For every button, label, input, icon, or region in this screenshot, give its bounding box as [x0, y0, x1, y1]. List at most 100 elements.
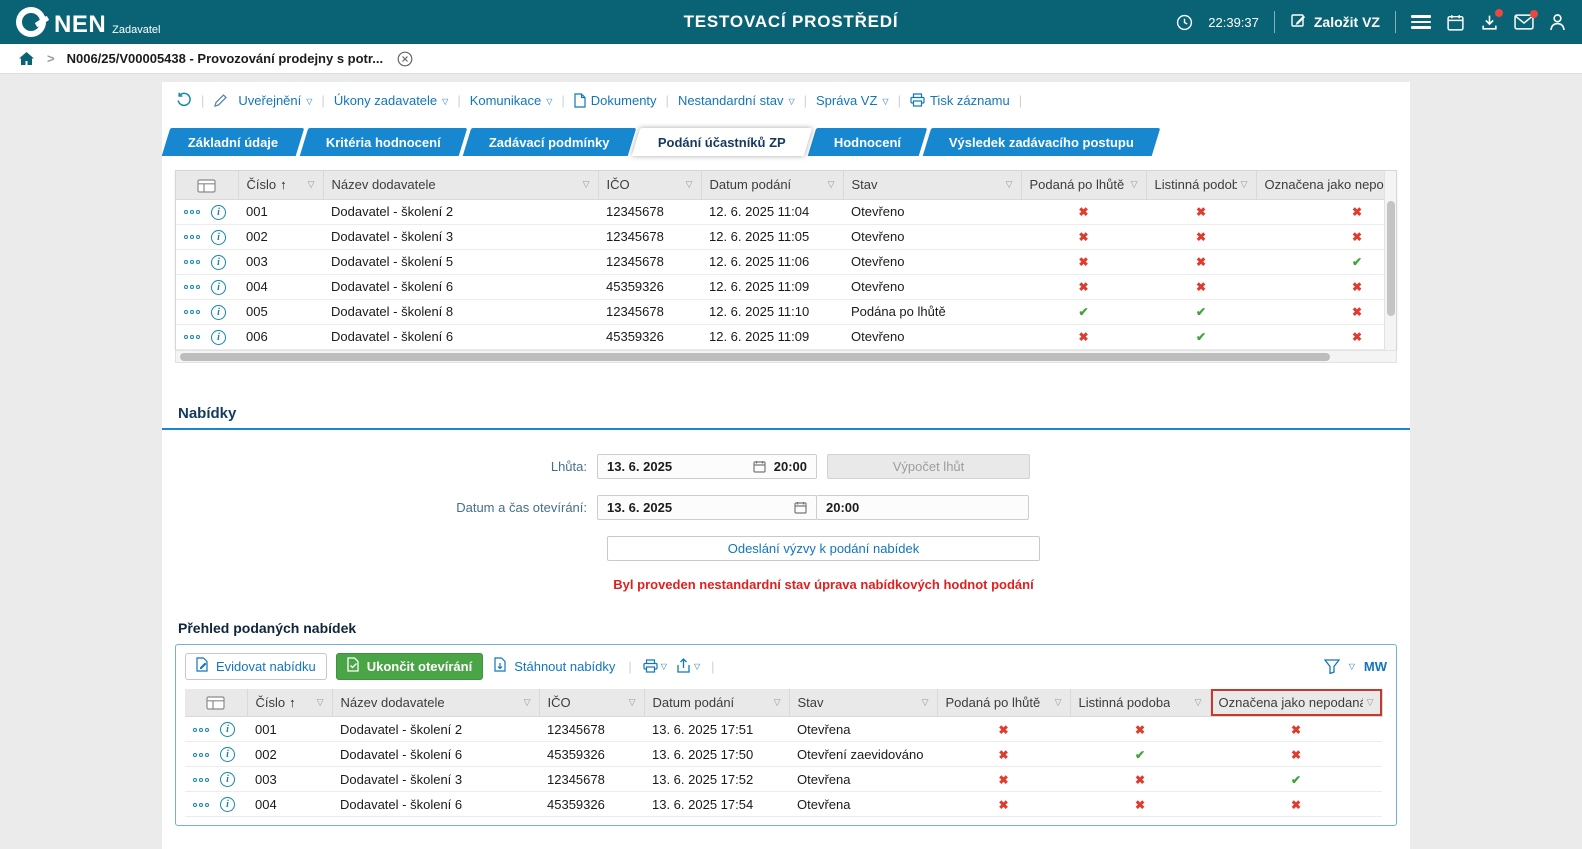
home-icon[interactable] — [18, 51, 35, 66]
column-header-podana-po-lhute[interactable]: Podaná po lhůtě▽ — [937, 689, 1070, 717]
vertical-scrollbar-thumb[interactable] — [1387, 201, 1395, 316]
filter-triangle-icon[interactable]: ▽ — [629, 697, 636, 708]
info-icon[interactable]: i — [220, 747, 235, 762]
menu-icon[interactable] — [1411, 15, 1431, 29]
filter-triangle-icon[interactable]: ▽ — [1367, 697, 1374, 708]
filter-triangle-icon[interactable]: ▽ — [524, 697, 531, 708]
filter-triangle-icon[interactable]: ▽ — [1241, 179, 1248, 190]
back-history-icon[interactable] — [176, 92, 192, 108]
table-row[interactable]: i002Dodavatel - školení 31234567812. 6. … — [176, 224, 1384, 249]
row-actions-icon[interactable] — [193, 728, 209, 732]
table-row[interactable]: i003Dodavatel - školení 31234567813. 6. … — [185, 767, 1382, 792]
info-icon[interactable]: i — [220, 772, 235, 787]
row-actions-icon[interactable] — [193, 778, 209, 782]
messages-icon[interactable] — [1514, 14, 1534, 30]
filter-preset-label[interactable]: MW — [1364, 659, 1387, 674]
sort-ascending-icon[interactable]: ↑ — [289, 695, 296, 710]
sort-ascending-icon[interactable]: ↑ — [280, 177, 287, 192]
nen-logo[interactable]: NEN Zadavatel — [16, 7, 160, 37]
column-header-stav[interactable]: Stav▽ — [789, 689, 937, 717]
column-header-ico[interactable]: IČO▽ — [598, 171, 701, 199]
table-row[interactable]: i004Dodavatel - školení 64535932612. 6. … — [176, 274, 1384, 299]
tab-zakladni-udaje[interactable]: Základní údaje — [162, 128, 305, 156]
table-row[interactable]: i003Dodavatel - školení 51234567812. 6. … — [176, 249, 1384, 274]
column-header-stav[interactable]: Stav▽ — [843, 171, 1021, 199]
table-row[interactable]: i001Dodavatel - školení 21234567812. 6. … — [176, 199, 1384, 224]
chevron-down-icon[interactable]: ▽ — [1349, 662, 1355, 671]
tab-podani-ucastniku-zp[interactable]: Podání účastníků ZP — [632, 128, 812, 156]
table-row[interactable]: i004Dodavatel - školení 64535932613. 6. … — [185, 792, 1382, 817]
send-invitation-button[interactable]: Odeslání výzvy k podání nabídek — [607, 536, 1040, 561]
info-icon[interactable]: i — [220, 722, 235, 737]
filter-triangle-icon[interactable]: ▽ — [583, 179, 590, 190]
tab-hodnoceni[interactable]: Hodnocení — [807, 128, 927, 156]
filter-triangle-icon[interactable]: ▽ — [1055, 697, 1062, 708]
info-icon[interactable]: i — [211, 280, 226, 295]
column-header-listinna-podoba[interactable]: Listinná podoba▽ — [1070, 689, 1210, 717]
row-actions-icon[interactable] — [184, 335, 200, 339]
column-header-cislo[interactable]: Číslo↑▽ — [238, 171, 323, 199]
info-icon[interactable]: i — [211, 305, 226, 320]
column-header-nazev-dodavatele[interactable]: Název dodavatele▽ — [323, 171, 598, 199]
opening-date-field[interactable]: 13. 6. 2025 — [597, 495, 817, 520]
row-actions-icon[interactable] — [193, 753, 209, 757]
column-header-listinna-podoba[interactable]: Listinná podoba▽ — [1146, 171, 1256, 199]
ukoncit-oteviani-button[interactable]: Ukončit otevírání — [336, 653, 483, 680]
vypocet-lhut-button[interactable]: Výpočet lhůt — [827, 454, 1030, 479]
info-icon[interactable]: i — [220, 797, 235, 812]
close-record-icon[interactable] — [397, 51, 413, 67]
column-header-datum-podani[interactable]: Datum podání▽ — [644, 689, 789, 717]
info-icon[interactable]: i — [211, 230, 226, 245]
export-icon[interactable]: ▽ — [676, 658, 700, 674]
filter-triangle-icon[interactable]: ▽ — [1195, 697, 1202, 708]
toolbar-link-dokumenty[interactable]: Dokumenty — [574, 93, 657, 108]
row-actions-icon[interactable] — [184, 285, 200, 289]
table-row[interactable]: i002Dodavatel - školení 64535932613. 6. … — [185, 742, 1382, 767]
horizontal-scrollbar-thumb[interactable] — [180, 353, 1330, 361]
user-profile-icon[interactable] — [1549, 13, 1566, 31]
deadline-field[interactable]: 13. 6. 2025 20:00 — [597, 454, 817, 479]
stahnout-nabidky-button[interactable]: Stáhnout nabídky — [492, 653, 617, 680]
toolbar-link-nestandardni-stav[interactable]: Nestandardní stav▽ — [678, 93, 795, 108]
filter-triangle-icon[interactable]: ▽ — [828, 179, 835, 190]
row-actions-icon[interactable] — [184, 310, 200, 314]
info-icon[interactable]: i — [211, 330, 226, 345]
table-row[interactable]: i005Dodavatel - školení 81234567812. 6. … — [176, 299, 1384, 324]
toolbar-link-sprava-vz[interactable]: Správa VZ▽ — [816, 93, 889, 108]
toolbar-link-komunikace[interactable]: Komunikace▽ — [470, 93, 553, 108]
info-icon[interactable]: i — [211, 255, 226, 270]
row-actions-icon[interactable] — [184, 210, 200, 214]
downloads-icon[interactable] — [1480, 13, 1499, 32]
row-actions-icon[interactable] — [184, 260, 200, 264]
toolbar-link-ukony-zadavatele[interactable]: Úkony zadavatele▽ — [334, 93, 449, 108]
opening-time-field[interactable]: 20:00 — [816, 495, 1029, 520]
create-vz-button[interactable]: Založit VZ — [1290, 12, 1380, 32]
breadcrumb-record[interactable]: N006/25/V00005438 - Provozování prodejny… — [67, 51, 383, 66]
filter-triangle-icon[interactable]: ▽ — [922, 697, 929, 708]
tab-zadavaci-podminky[interactable]: Zadávací podmínky — [463, 128, 636, 156]
table-row[interactable]: i001Dodavatel - školení 21234567813. 6. … — [185, 717, 1382, 742]
column-header-datum-podani[interactable]: Datum podání▽ — [701, 171, 843, 199]
print-icon[interactable]: ▽ — [643, 659, 667, 673]
filter-triangle-icon[interactable]: ▽ — [317, 697, 324, 708]
toolbar-link-uverejneni[interactable]: Uveřejnění▽ — [238, 93, 312, 108]
tab-vysledek-zadavaciho-postupu[interactable]: Výsledek zadávacího postupu — [923, 128, 1161, 156]
calendar-icon[interactable] — [753, 460, 766, 473]
filter-triangle-icon[interactable]: ▽ — [1006, 179, 1013, 190]
filter-triangle-icon[interactable]: ▽ — [686, 179, 693, 190]
edit-icon[interactable] — [213, 93, 228, 108]
filter-icon[interactable] — [1324, 659, 1340, 674]
column-header-oznacena-jako-nepodana[interactable]: Označena jako nepodaná▽ — [1256, 171, 1384, 199]
column-header-nazev-dodavatele[interactable]: Název dodavatele▽ — [332, 689, 539, 717]
filter-triangle-icon[interactable]: ▽ — [308, 179, 315, 190]
tab-kriteria-hodnoceni[interactable]: Kritéria hodnocení — [300, 128, 467, 156]
calendar-icon[interactable] — [794, 501, 807, 514]
row-actions-icon[interactable] — [193, 803, 209, 807]
calendar-icon[interactable] — [1446, 13, 1465, 32]
horizontal-scrollbar[interactable] — [175, 350, 1397, 363]
row-actions-icon[interactable] — [184, 235, 200, 239]
column-header-ico[interactable]: IČO▽ — [539, 689, 644, 717]
table-settings-icon[interactable] — [206, 696, 225, 710]
column-header-oznacena-jako-nepodana[interactable]: Označena jako nepodaná▽ — [1210, 689, 1382, 717]
evidovat-nabidku-button[interactable]: Evidovat nabídku — [185, 653, 327, 680]
